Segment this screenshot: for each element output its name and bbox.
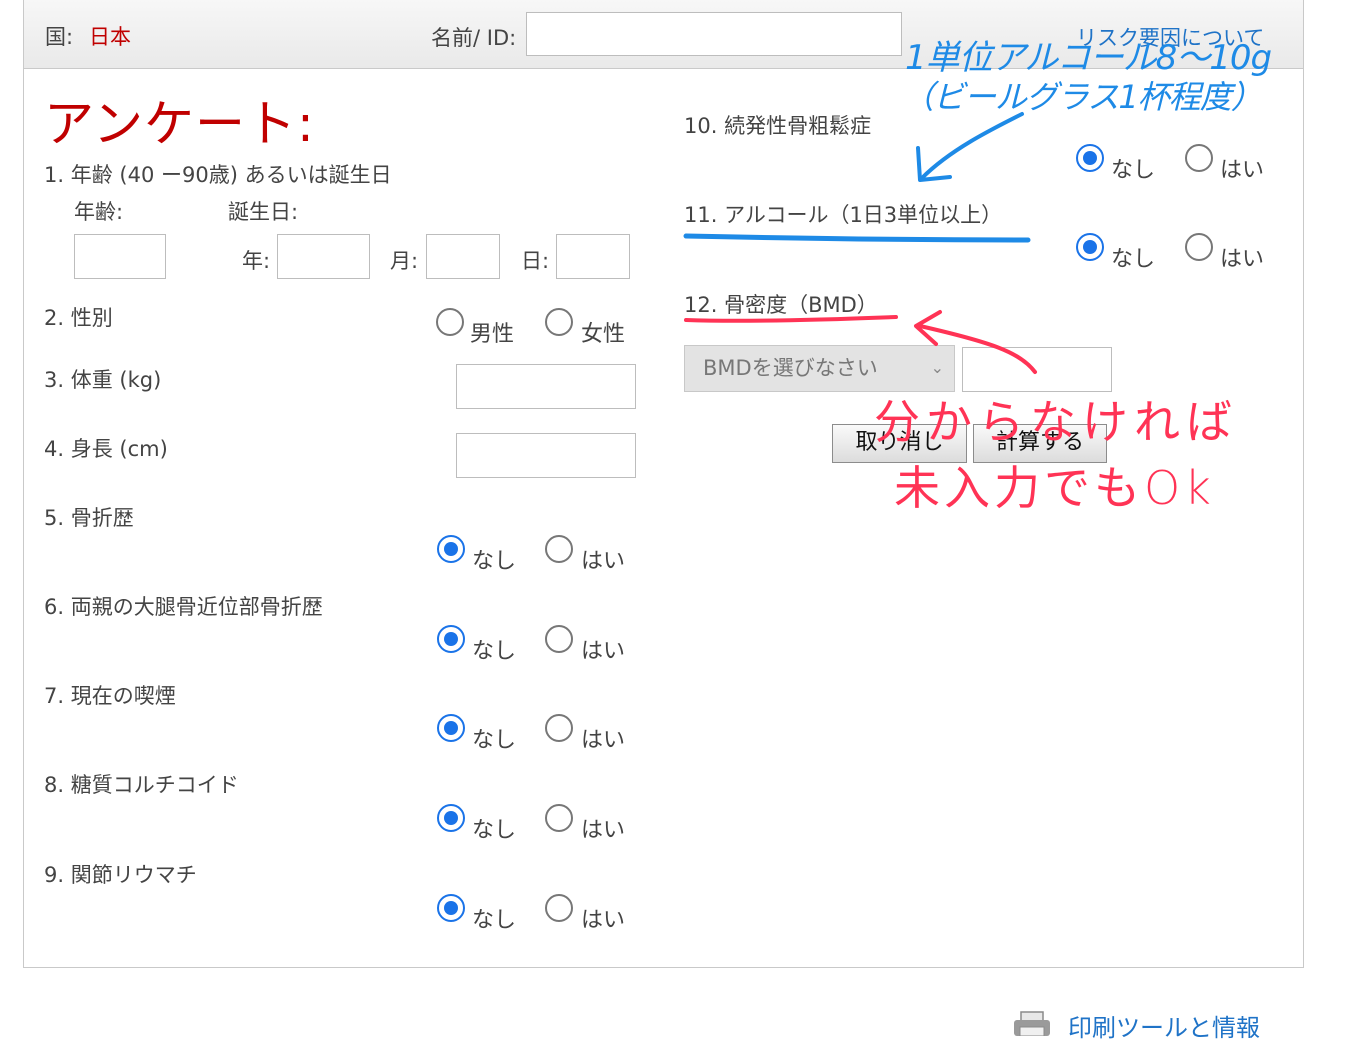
red-underline [684, 315, 898, 323]
blue-underline [683, 233, 1031, 243]
annotation-red-line1: 分からなければ [874, 395, 1238, 449]
annotation-overlay [683, 112, 1037, 374]
annotation-blue-line2: （ビールグラス1杯程度） [902, 78, 1263, 116]
annotation-red-line2: 未入力でもOk [894, 461, 1215, 515]
red-arrow [918, 324, 1037, 374]
blue-arrow [920, 112, 1024, 180]
